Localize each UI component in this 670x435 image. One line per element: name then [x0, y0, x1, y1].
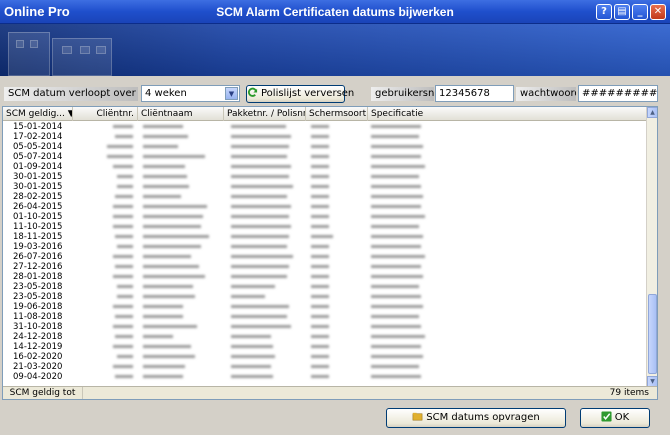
action-bar: SCM datums opvragen OK: [0, 402, 670, 435]
password-field[interactable]: ############: [578, 85, 658, 102]
minimize-icon[interactable]: _: [632, 4, 648, 20]
column-header-client-name[interactable]: Cliëntnaam: [138, 107, 224, 121]
ok-button[interactable]: OK: [580, 408, 650, 428]
username-field[interactable]: 12345678: [435, 85, 514, 102]
scroll-thumb[interactable]: [648, 294, 657, 374]
grid-header: SCM geldig... ▼ Cliëntnr. Cliëntnaam Pak…: [3, 107, 647, 121]
refresh-policies-button[interactable]: Polislijst verversen: [246, 85, 354, 103]
item-count: 79 items: [609, 388, 649, 398]
title-bar: Online Pro SCM Alarm Certificaten datums…: [0, 0, 670, 24]
expiry-select[interactable]: 4 weken ▼: [141, 85, 240, 102]
close-icon[interactable]: ✕: [650, 4, 666, 20]
scroll-up-icon[interactable]: ▲: [647, 107, 657, 118]
column-header-scm-valid[interactable]: SCM geldig... ▼: [3, 107, 73, 121]
expiry-select-value: 4 weken: [145, 88, 187, 99]
footer-column-label: SCM geldig tot: [3, 387, 83, 399]
checkmark-icon: [601, 411, 612, 422]
username-label: gebruikersnaam: [371, 87, 434, 101]
header-banner: [0, 24, 670, 76]
column-header-client-nr[interactable]: Cliëntnr.: [73, 107, 138, 121]
help-icon[interactable]: ?: [596, 4, 612, 20]
fetch-scm-dates-button[interactable]: SCM datums opvragen: [386, 408, 566, 428]
column-header-specification[interactable]: Specificatie: [368, 107, 647, 121]
chevron-down-icon[interactable]: ▼: [225, 87, 238, 100]
refresh-icon: [248, 87, 258, 97]
column-header-screen-type[interactable]: Schermsoort: [306, 107, 368, 121]
password-label: wachtwoord: [516, 87, 576, 101]
grid-footer: SCM geldig tot 79 items: [3, 386, 657, 399]
policy-grid[interactable]: SCM geldig... ▼ Cliëntnr. Cliëntnaam Pak…: [2, 106, 658, 400]
folder-icon: [412, 412, 423, 421]
filter-toolbar: SCM datum verloopt over 4 weken ▼ Polisl…: [0, 80, 670, 106]
vertical-scrollbar[interactable]: ▲ ▼: [646, 107, 657, 387]
column-header-policy-nr[interactable]: Pakketnr. / Polisnr.: [224, 107, 306, 121]
redacted-content: [107, 125, 425, 378]
restore-window-icon[interactable]: ▤: [614, 4, 630, 20]
expiry-label: SCM datum verloopt over: [4, 87, 138, 101]
window-title: SCM Alarm Certificaten datums bijwerken: [216, 5, 454, 19]
